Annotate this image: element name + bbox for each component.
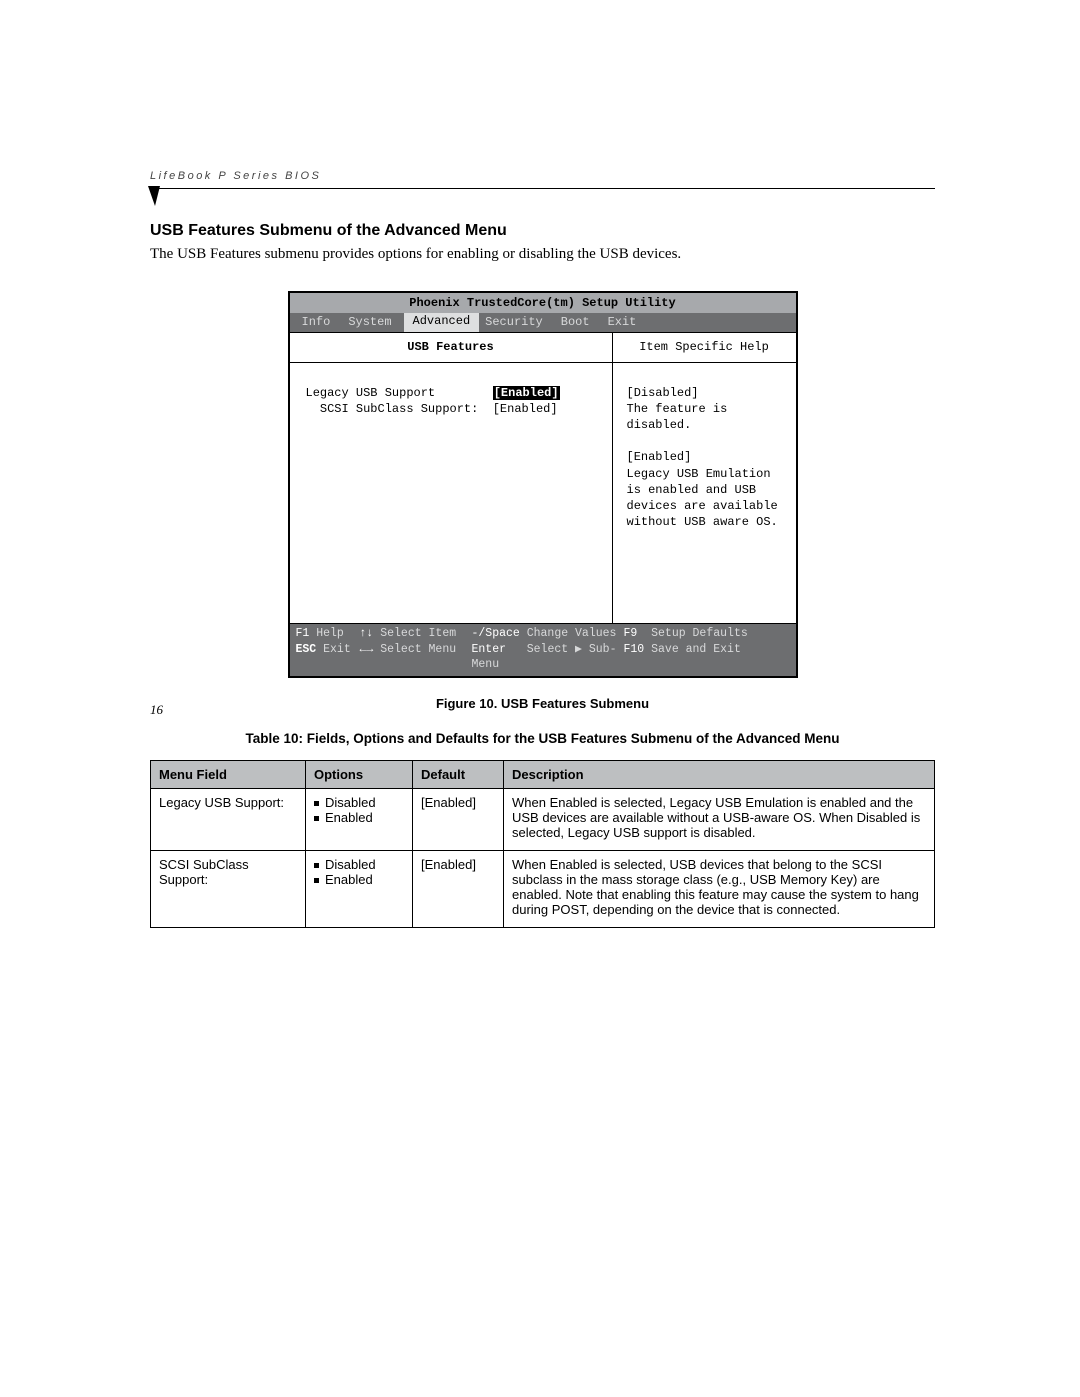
bios-menu-bar: InfoSystemAdvancedSecurityBootExit	[290, 313, 796, 332]
option-label: Disabled	[325, 857, 376, 872]
header-rule	[150, 184, 935, 204]
bios-setting-row: SCSI SubClass Support: [Enabled]	[306, 401, 596, 417]
table-cell-description: When Enabled is selected, Legacy USB Emu…	[504, 788, 935, 850]
figure-caption: Figure 10. USB Features Submenu	[150, 696, 935, 711]
bios-help-line: The feature is disabled.	[627, 401, 786, 433]
bios-help-line: Legacy USB Emulation	[627, 466, 786, 482]
table-row: SCSI SubClass Support:DisabledEnabled[En…	[151, 850, 935, 927]
bios-submenu-title: USB Features	[290, 333, 612, 362]
table-cell-default: [Enabled]	[413, 850, 504, 927]
square-bullet-icon	[314, 863, 319, 868]
option-label: Enabled	[325, 810, 373, 825]
bios-help-line: devices are available	[627, 498, 786, 514]
bios-menu-item: Info	[296, 314, 343, 330]
bios-help-line: [Enabled]	[627, 449, 786, 465]
bios-menu-item: Exit	[602, 314, 649, 330]
bios-menu-item: Advanced	[404, 313, 480, 332]
bios-help-line: is enabled and USB	[627, 482, 786, 498]
bios-help-title: Item Specific Help	[613, 333, 796, 362]
page-number: 16	[150, 702, 163, 718]
running-head: LifeBook P Series BIOS	[150, 170, 935, 182]
bios-help-line: without USB aware OS.	[627, 514, 786, 530]
bios-submenu-content: Legacy USB Support [Enabled] SCSI SubCla…	[290, 363, 612, 425]
option-label: Enabled	[325, 872, 373, 887]
table-header: Menu Field	[151, 760, 306, 788]
bios-title: Phoenix TrustedCore(tm) Setup Utility	[290, 293, 796, 313]
options-table: Menu FieldOptionsDefaultDescription Lega…	[150, 760, 935, 928]
bios-setting-value: [Enabled]	[493, 402, 558, 416]
bios-setting-value: [Enabled]	[493, 386, 560, 400]
table-cell-field: SCSI SubClass Support:	[151, 850, 306, 927]
bios-help-line: [Disabled]	[627, 385, 786, 401]
bios-help-content: [Disabled]The feature is disabled. [Enab…	[613, 363, 796, 539]
table-cell-options: DisabledEnabled	[306, 850, 413, 927]
square-bullet-icon	[314, 801, 319, 806]
option-label: Disabled	[325, 795, 376, 810]
square-bullet-icon	[314, 816, 319, 821]
table-cell-description: When Enabled is selected, USB devices th…	[504, 850, 935, 927]
table-cell-options: DisabledEnabled	[306, 788, 413, 850]
table-cell-field: Legacy USB Support:	[151, 788, 306, 850]
section-title: USB Features Submenu of the Advanced Men…	[150, 222, 935, 240]
bios-menu-item: System	[342, 314, 403, 330]
table-header: Options	[306, 760, 413, 788]
bios-footer: F1 Help ↑↓ Select Item -/Space Change Va…	[290, 624, 796, 676]
table-header: Description	[504, 760, 935, 788]
bios-setting-row: Legacy USB Support [Enabled]	[306, 385, 596, 401]
square-bullet-icon	[314, 878, 319, 883]
triangle-marker-icon	[144, 186, 166, 208]
table-cell-default: [Enabled]	[413, 788, 504, 850]
table-caption: Table 10: Fields, Options and Defaults f…	[150, 731, 935, 746]
bios-screenshot: Phoenix TrustedCore(tm) Setup Utility In…	[288, 291, 798, 678]
bios-help-line	[627, 433, 786, 449]
section-intro: The USB Features submenu provides option…	[150, 246, 935, 263]
bios-menu-item: Security	[479, 314, 555, 330]
table-row: Legacy USB Support:DisabledEnabled[Enabl…	[151, 788, 935, 850]
bios-menu-item: Boot	[555, 314, 602, 330]
table-header: Default	[413, 760, 504, 788]
